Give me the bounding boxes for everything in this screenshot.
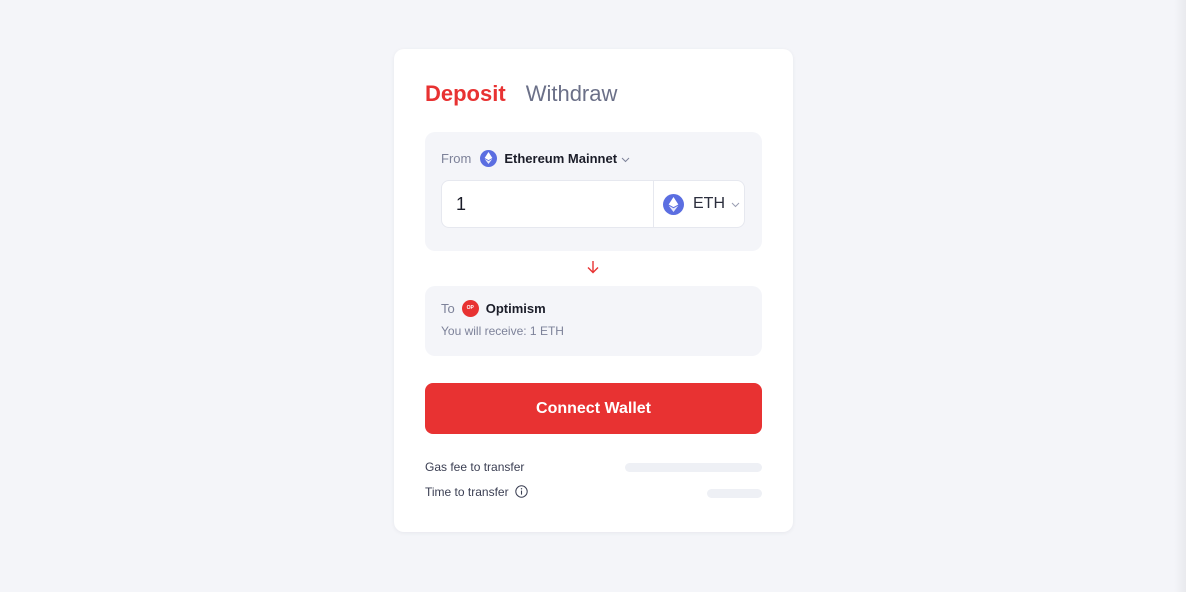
bridge-tabs: Deposit Withdraw [425,80,617,108]
from-network-row: From Ethereum Mainnet [441,148,630,168]
chevron-down-icon [731,195,740,213]
time-label: Time to transfer [425,485,509,499]
token-selector[interactable]: ETH [653,181,744,227]
time-label-group: Time to transfer [425,485,528,501]
optimism-icon: OP [461,299,479,317]
bridge-card: Deposit Withdraw From Ethereum Mainnet 1… [394,49,793,532]
time-loading-placeholder [707,488,762,498]
ethereum-icon [480,149,498,167]
arrow-down-icon [585,259,601,275]
scrollbar-gutter [1174,0,1186,592]
from-network-name: Ethereum Mainnet [504,150,618,166]
from-panel: From Ethereum Mainnet 1 ETH [425,132,762,251]
tab-deposit[interactable]: Deposit [425,80,506,108]
to-label: To [441,300,455,316]
connect-wallet-button[interactable]: Connect Wallet [425,383,762,434]
to-network-name: Optimism [485,300,546,316]
gas-fee-loading-placeholder [625,462,762,472]
chevron-down-icon [621,151,630,166]
amount-field: ETH [441,180,745,228]
ethereum-icon [663,193,684,215]
info-icon[interactable] [515,485,528,501]
time-row: Time to transfer [425,484,762,502]
amount-input[interactable] [442,181,653,227]
page: Deposit Withdraw From Ethereum Mainnet 1… [0,0,1186,592]
to-panel: To OP Optimism You will receive: 1 ETH [425,286,762,356]
from-label: From [441,150,472,166]
gas-fee-label: Gas fee to transfer [425,460,525,474]
receive-amount: You will receive: 1 ETH [441,324,564,338]
gas-fee-row: Gas fee to transfer [425,458,762,476]
tab-withdraw[interactable]: Withdraw [526,80,618,108]
token-label: ETH [693,195,725,212]
to-network-row: To OP Optimism [441,298,546,318]
from-network-selector[interactable]: Ethereum Mainnet [480,149,630,167]
